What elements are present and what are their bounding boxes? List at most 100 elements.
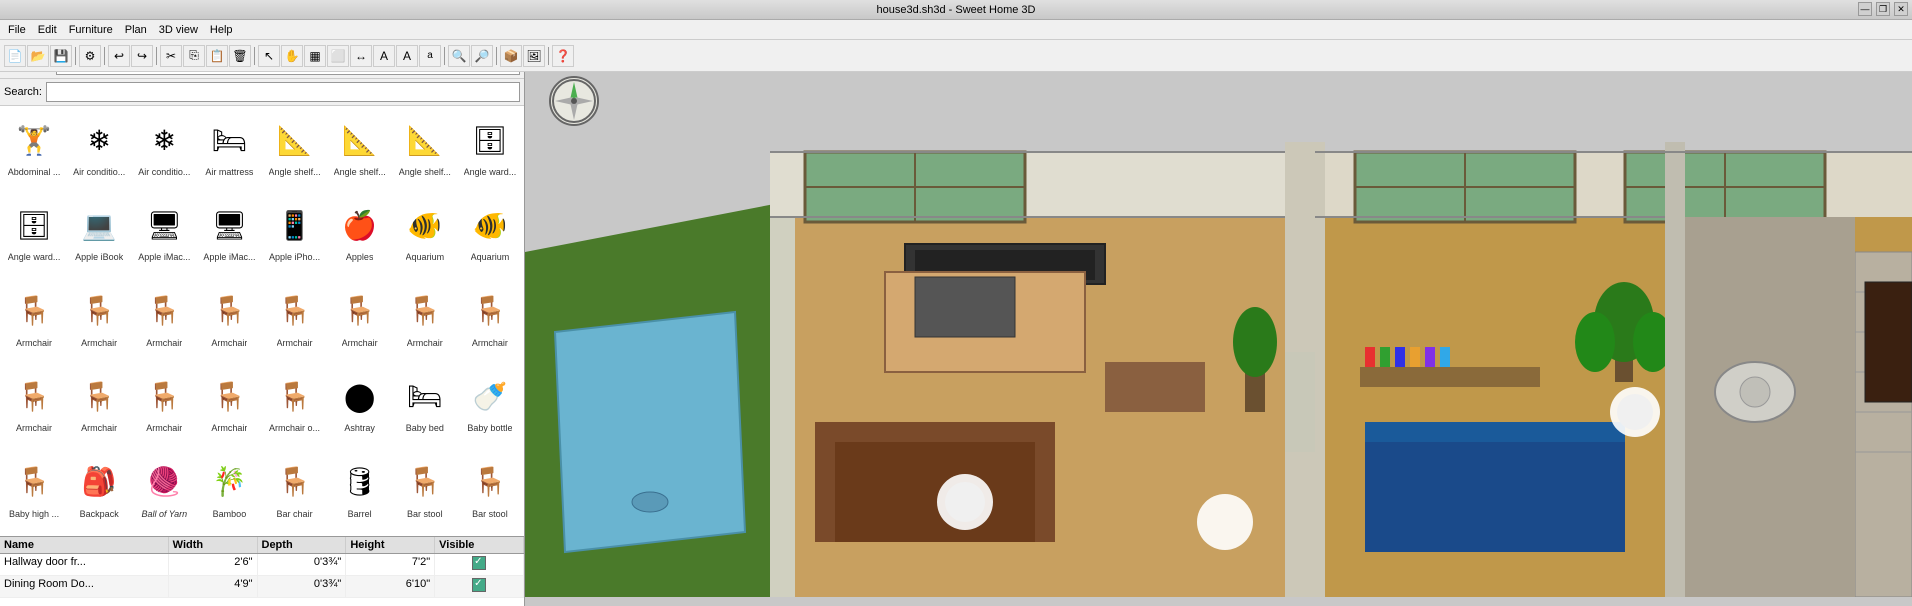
undo-button[interactable]: ↩ bbox=[108, 45, 130, 67]
delete-button[interactable]: 🗑 bbox=[229, 45, 251, 67]
grid-item-icon-10: 🖥 bbox=[137, 198, 191, 252]
grid-item-32[interactable]: 🪑Baby high ... bbox=[2, 450, 66, 534]
save-button[interactable]: 💾 bbox=[50, 45, 72, 67]
grid-item-22[interactable]: 🪑Armchair bbox=[393, 279, 457, 363]
grid-item-label-37: Barrel bbox=[348, 509, 372, 519]
row-visible[interactable] bbox=[435, 554, 524, 575]
grid-item-1[interactable]: ❄Air conditio... bbox=[67, 108, 131, 192]
minimize-button[interactable]: — bbox=[1858, 2, 1872, 16]
grid-item-label-10: Apple iMac... bbox=[138, 252, 190, 262]
grid-item-19[interactable]: 🪑Armchair bbox=[197, 279, 261, 363]
menu-plan[interactable]: Plan bbox=[121, 22, 151, 38]
grid-item-35[interactable]: 🎋Bamboo bbox=[197, 450, 261, 534]
close-button[interactable]: ✕ bbox=[1894, 2, 1908, 16]
paste-button[interactable]: 📋 bbox=[206, 45, 228, 67]
grid-item-15[interactable]: 🐠Aquarium bbox=[458, 193, 522, 277]
grid-item-30[interactable]: 🛏Baby bed bbox=[393, 364, 457, 448]
sep3 bbox=[156, 47, 157, 65]
create-rooms-button[interactable]: ⬜ bbox=[327, 45, 349, 67]
menu-file[interactable]: File bbox=[4, 22, 30, 38]
grid-item-31[interactable]: 🍼Baby bottle bbox=[458, 364, 522, 448]
grid-item-label-22: Armchair bbox=[407, 338, 443, 348]
label-button[interactable]: A bbox=[373, 45, 395, 67]
restore-button[interactable]: ❐ bbox=[1876, 2, 1890, 16]
grid-item-label-26: Armchair bbox=[146, 423, 182, 433]
grid-item-29[interactable]: ⬤Ashtray bbox=[328, 364, 392, 448]
redo-button[interactable]: ↪ bbox=[131, 45, 153, 67]
grid-item-9[interactable]: 💻Apple iBook bbox=[67, 193, 131, 277]
help-button[interactable]: ❓ bbox=[552, 45, 574, 67]
grid-item-23[interactable]: 🪑Armchair bbox=[458, 279, 522, 363]
zoom-out-button[interactable]: 🔎 bbox=[471, 45, 493, 67]
row-visible[interactable] bbox=[435, 576, 524, 597]
grid-item-7[interactable]: 🗄Angle ward... bbox=[458, 108, 522, 192]
grid-item-5[interactable]: 📐Angle shelf... bbox=[328, 108, 392, 192]
grid-item-2[interactable]: ❄Air conditio... bbox=[132, 108, 196, 192]
grid-item-36[interactable]: 🪑Bar chair bbox=[263, 450, 327, 534]
grid-item-25[interactable]: 🪑Armchair bbox=[67, 364, 131, 448]
grid-item-14[interactable]: 🐠Aquarium bbox=[393, 193, 457, 277]
grid-item-6[interactable]: 📐Angle shelf... bbox=[393, 108, 457, 192]
grid-item-icon-16: 🪑 bbox=[7, 284, 61, 338]
grid-item-icon-6: 📐 bbox=[398, 113, 452, 167]
grid-item-4[interactable]: 📐Angle shelf... bbox=[263, 108, 327, 192]
3d-view[interactable] bbox=[525, 52, 1912, 606]
grid-item-icon-18: 🪑 bbox=[137, 284, 191, 338]
grid-item-39[interactable]: 🪑Bar stool bbox=[458, 450, 522, 534]
grid-item-icon-31: 🍼 bbox=[463, 369, 517, 423]
grid-item-16[interactable]: 🪑Armchair bbox=[2, 279, 66, 363]
menu-edit[interactable]: Edit bbox=[34, 22, 61, 38]
search-label: Search: bbox=[4, 86, 42, 98]
grid-item-34[interactable]: 🧶Ball of Yarn bbox=[132, 450, 196, 534]
uppercase-a-button[interactable]: A bbox=[396, 45, 418, 67]
table-row[interactable]: Dining Room Do... 4'9" 0'3¾" 6'10" bbox=[0, 576, 524, 598]
grid-item-26[interactable]: 🪑Armchair bbox=[132, 364, 196, 448]
grid-item-20[interactable]: 🪑Armchair bbox=[263, 279, 327, 363]
cut-button[interactable]: ✂ bbox=[160, 45, 182, 67]
grid-item-28[interactable]: 🪑Armchair o... bbox=[263, 364, 327, 448]
grid-item-17[interactable]: 🪑Armchair bbox=[67, 279, 131, 363]
grid-item-18[interactable]: 🪑Armchair bbox=[132, 279, 196, 363]
zoom-in-button[interactable]: 🔍 bbox=[448, 45, 470, 67]
visible-checkbox[interactable] bbox=[472, 578, 486, 592]
grid-item-24[interactable]: 🪑Armchair bbox=[2, 364, 66, 448]
grid-item-27[interactable]: 🪑Armchair bbox=[197, 364, 261, 448]
select-button[interactable]: ↖ bbox=[258, 45, 280, 67]
grid-item-icon-23: 🪑 bbox=[463, 284, 517, 338]
grid-item-11[interactable]: 🖥Apple iMac... bbox=[197, 193, 261, 277]
grid-item-12[interactable]: 📱Apple iPho... bbox=[263, 193, 327, 277]
lower-a-button[interactable]: a bbox=[419, 45, 441, 67]
compass-circle[interactable] bbox=[549, 76, 599, 126]
grid-item-0[interactable]: 🏋Abdominal ... bbox=[2, 108, 66, 192]
import-image-button[interactable]: 🖼 bbox=[523, 45, 545, 67]
grid-item-37[interactable]: 🛢Barrel bbox=[328, 450, 392, 534]
grid-item-label-1: Air conditio... bbox=[73, 167, 125, 177]
create-walls-button[interactable]: ▦ bbox=[304, 45, 326, 67]
grid-item-icon-26: 🪑 bbox=[137, 369, 191, 423]
menu-help[interactable]: Help bbox=[206, 22, 237, 38]
import-furniture-button[interactable]: 📦 bbox=[500, 45, 522, 67]
dimension-button[interactable]: ↔ bbox=[350, 45, 372, 67]
grid-item-33[interactable]: 🎒Backpack bbox=[67, 450, 131, 534]
menu-3dview[interactable]: 3D view bbox=[155, 22, 202, 38]
grid-item-38[interactable]: 🪑Bar stool bbox=[393, 450, 457, 534]
grid-item-21[interactable]: 🪑Armchair bbox=[328, 279, 392, 363]
new-button[interactable]: 📄 bbox=[4, 45, 26, 67]
grid-item-icon-37: 🛢 bbox=[333, 455, 387, 509]
compass[interactable] bbox=[549, 76, 599, 126]
grid-item-3[interactable]: 🛏Air mattress bbox=[197, 108, 261, 192]
col-height: Height bbox=[346, 537, 435, 553]
table-row[interactable]: Hallway door fr... 2'6" 0'3¾" 7'2" bbox=[0, 554, 524, 576]
open-button[interactable]: 📂 bbox=[27, 45, 49, 67]
search-input[interactable] bbox=[46, 82, 520, 102]
grid-item-13[interactable]: 🍎Apples bbox=[328, 193, 392, 277]
visible-checkbox[interactable] bbox=[472, 556, 486, 570]
move-button[interactable]: ✋ bbox=[281, 45, 303, 67]
menu-furniture[interactable]: Furniture bbox=[65, 22, 117, 38]
copy-button[interactable]: ⎘ bbox=[183, 45, 205, 67]
preferences-button[interactable]: ⚙ bbox=[79, 45, 101, 67]
grid-item-icon-29: ⬤ bbox=[333, 369, 387, 423]
grid-item-10[interactable]: 🖥Apple iMac... bbox=[132, 193, 196, 277]
grid-item-icon-15: 🐠 bbox=[463, 198, 517, 252]
grid-item-8[interactable]: 🗄Angle ward... bbox=[2, 193, 66, 277]
